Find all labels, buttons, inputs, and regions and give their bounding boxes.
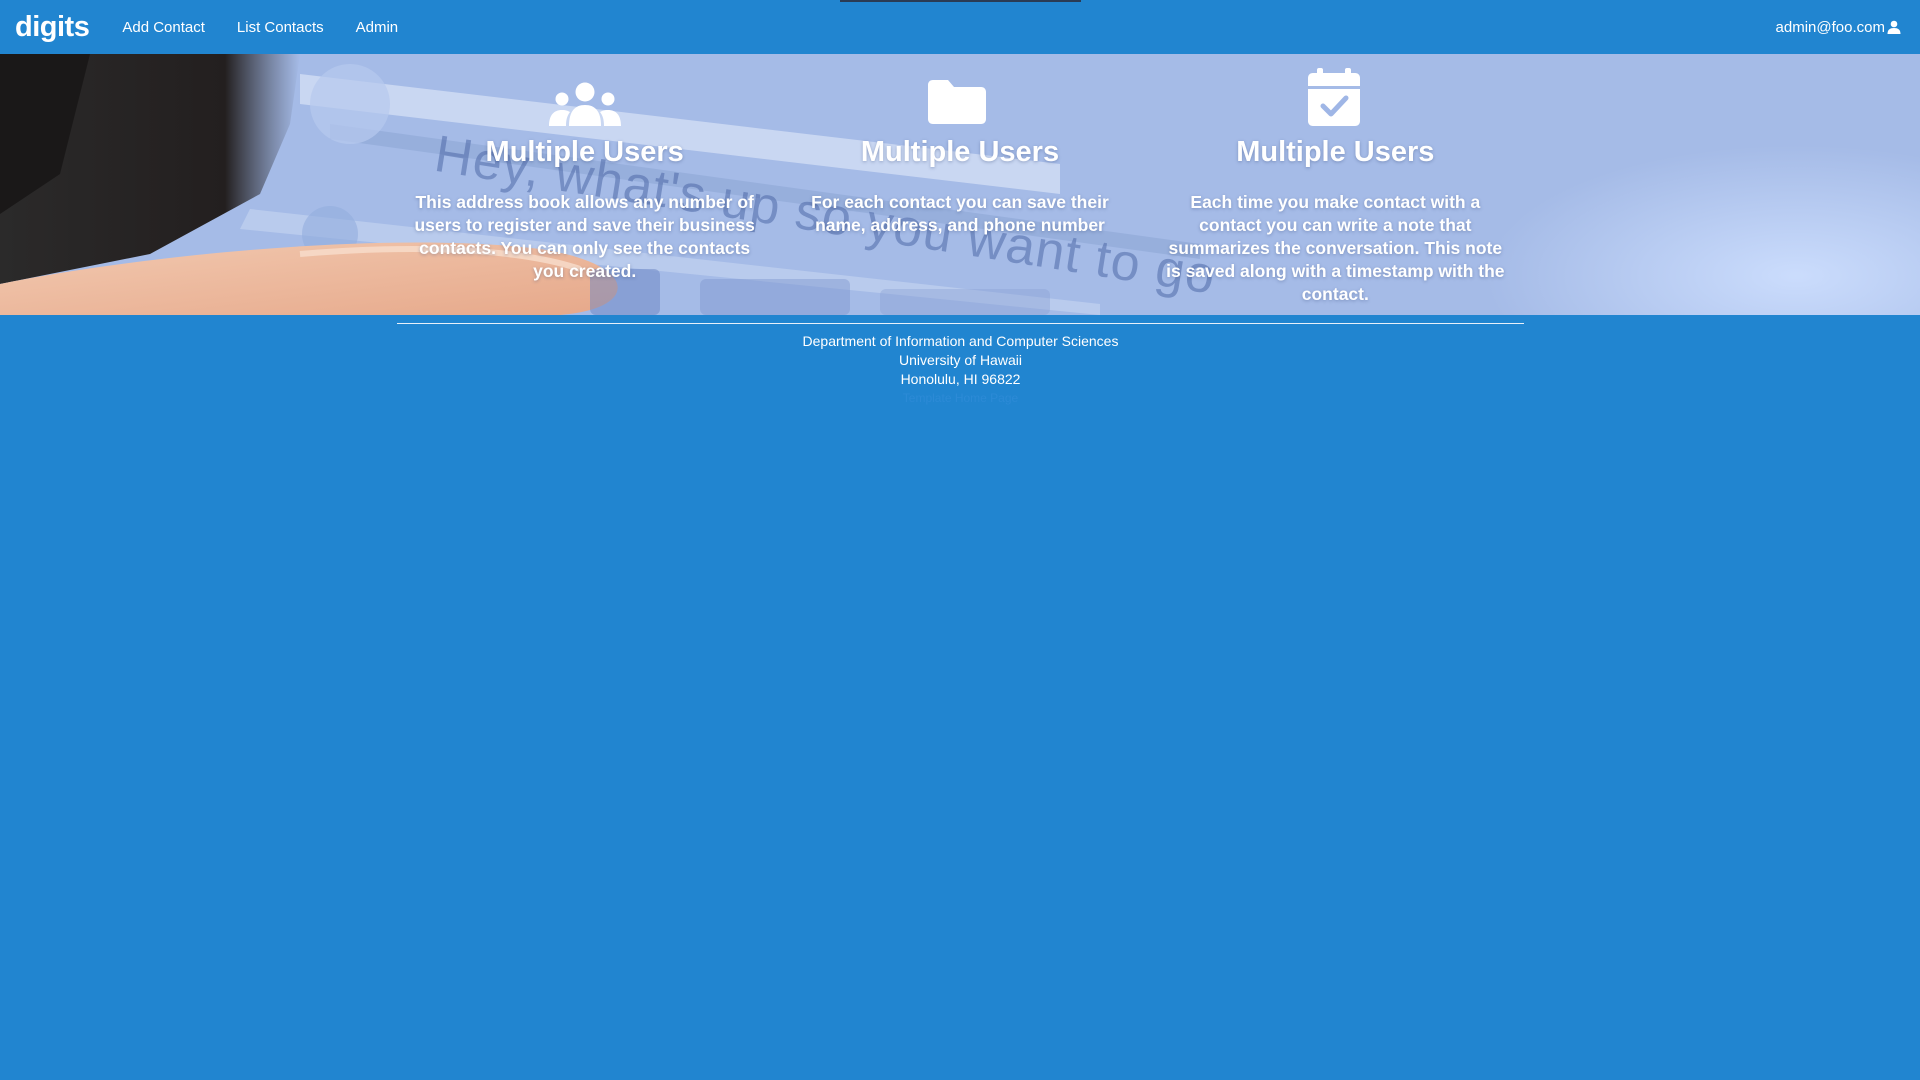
feature-description: This address book allows any number of u… <box>414 192 755 281</box>
top-navbar: digits Add Contact List Contacts Admin a… <box>0 0 1920 54</box>
feature-columns: Multiple Users This address book allows … <box>397 54 1523 315</box>
loading-indicator <box>840 0 1081 2</box>
feature-description: Each time you make contact with a contac… <box>1166 192 1505 304</box>
user-icon <box>1887 20 1901 34</box>
feature-title: Multiple Users <box>485 136 684 168</box>
feature-column-users: Multiple Users This address book allows … <box>397 54 772 315</box>
nav-list-contacts[interactable]: List Contacts <box>237 19 324 36</box>
footer-link[interactable]: Template Home Page <box>397 389 1524 408</box>
calendar-check-icon <box>1148 54 1523 126</box>
page-footer: Department of Information and Computer S… <box>397 323 1524 408</box>
footer-address: Honolulu, HI 96822 <box>900 371 1021 387</box>
feature-title: Multiple Users <box>1236 136 1435 168</box>
folder-icon <box>772 54 1147 126</box>
feature-column-calendar: Multiple Users Each time you make contac… <box>1148 54 1523 315</box>
user-email: admin@foo.com <box>1775 18 1885 36</box>
brand-logo[interactable]: digits <box>15 11 90 44</box>
feature-column-folder: Multiple Users For each contact you can … <box>772 54 1147 315</box>
nav-add-contact[interactable]: Add Contact <box>122 19 205 36</box>
feature-title: Multiple Users <box>860 136 1060 168</box>
nav-admin[interactable]: Admin <box>356 19 399 36</box>
footer-department: Department of Information and Computer S… <box>802 333 1119 349</box>
footer-university: University of Hawaii <box>899 352 1022 368</box>
feature-description: For each contact you can save their name… <box>811 192 1109 235</box>
users-icon <box>397 54 772 126</box>
user-menu[interactable]: admin@foo.com <box>1776 0 1901 54</box>
